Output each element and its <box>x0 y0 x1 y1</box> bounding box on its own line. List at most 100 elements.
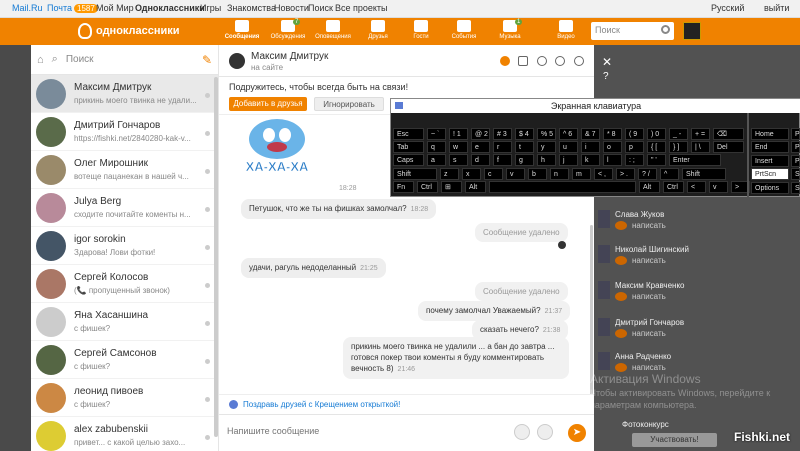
key[interactable]: w <box>449 141 468 153</box>
user-icon[interactable] <box>555 56 565 66</box>
key[interactable]: u <box>559 141 578 153</box>
key[interactable]: < <box>687 181 706 193</box>
video-call-icon[interactable] <box>518 56 528 66</box>
dialog-item[interactable]: Яна Хасаншина с фишек? <box>31 303 218 341</box>
search-icon[interactable] <box>537 56 547 66</box>
key[interactable]: _ - <box>669 128 688 140</box>
key[interactable]: } ] <box>669 141 688 153</box>
key[interactable]: h <box>537 154 556 166</box>
key[interactable]: Ctrl <box>417 181 438 193</box>
key[interactable]: Esc <box>393 128 424 140</box>
key[interactable]: Del <box>713 141 744 153</box>
key[interactable] <box>489 181 636 193</box>
avatar[interactable] <box>229 53 245 69</box>
dialog-item[interactable]: Дмитрий Гончаров https://fishki.net/28402… <box>31 113 218 151</box>
key[interactable]: ^ 6 <box>559 128 578 140</box>
key[interactable]: Shift <box>393 168 437 180</box>
key[interactable]: ) 0 <box>647 128 666 140</box>
key[interactable]: g <box>515 154 534 166</box>
key[interactable]: d <box>471 154 490 166</box>
key[interactable]: k <box>581 154 600 166</box>
compose-icon[interactable]: ✎ <box>202 53 212 67</box>
dialog-item[interactable]: igor sorokin Здарова! Лови фотки! <box>31 227 218 265</box>
key[interactable]: < , <box>594 168 613 180</box>
key[interactable]: n <box>550 168 569 180</box>
nav-notifications[interactable]: Оповещения <box>313 20 353 40</box>
nav-music[interactable]: 1 Музыка <box>490 19 530 40</box>
scrollbar[interactable] <box>590 225 593 395</box>
key[interactable]: Alt <box>465 181 486 193</box>
key[interactable]: b <box>528 168 547 180</box>
participate-button[interactable]: Участвовать! <box>632 433 717 447</box>
key[interactable]: o <box>603 141 622 153</box>
key[interactable]: Enter <box>669 154 721 166</box>
dialog-item[interactable]: Сергей Колосов (📞 пропущенный звонок) <box>31 265 218 303</box>
key[interactable]: ! 1 <box>449 128 468 140</box>
ok-link[interactable]: Одноклассники <box>135 3 205 13</box>
key[interactable]: i <box>581 141 600 153</box>
language-select[interactable]: Русский <box>711 3 744 13</box>
key[interactable]: End <box>751 141 789 154</box>
key[interactable]: * 8 <box>603 128 622 140</box>
key[interactable]: j <box>559 154 578 166</box>
key[interactable]: y <box>537 141 556 153</box>
nav-friends[interactable]: Друзья <box>358 20 398 40</box>
send-button[interactable]: ➤ <box>568 424 586 442</box>
key[interactable]: Ctrl <box>663 181 684 193</box>
key[interactable]: v <box>709 181 728 193</box>
key[interactable]: m <box>572 168 591 180</box>
key[interactable]: a <box>427 154 446 166</box>
key[interactable]: t <box>515 141 534 153</box>
key[interactable]: Pa <box>791 154 800 167</box>
key[interactable]: Sc <box>791 168 800 181</box>
key[interactable]: r <box>493 141 512 153</box>
key[interactable]: Fn <box>393 181 414 193</box>
contact-name[interactable]: Максим Дмитрук <box>251 51 328 62</box>
key[interactable]: Pg <box>791 128 800 140</box>
dating-link[interactable]: Знакомства <box>227 3 276 13</box>
all-projects-link[interactable]: Все проекты <box>335 3 388 13</box>
dialog-item[interactable]: Максим Дмитрук прикинь моего твинка не уд… <box>31 75 218 113</box>
key[interactable]: l <box>603 154 622 166</box>
key[interactable]: ? / <box>638 168 657 180</box>
key[interactable]: | \ <box>691 141 710 153</box>
scrollbar[interactable] <box>214 77 218 437</box>
key[interactable]: e <box>471 141 490 153</box>
myworld-link[interactable]: Мой Мир <box>96 3 134 13</box>
dialog-item[interactable]: леонид пивоев с фишек? <box>31 379 218 417</box>
key[interactable]: Sc <box>791 181 800 194</box>
mailru-link[interactable]: Mail.Ru <box>12 3 43 13</box>
nav-guests[interactable]: Гости <box>401 20 441 40</box>
key[interactable]: x <box>462 168 481 180</box>
key[interactable]: q <box>427 141 446 153</box>
smiley-icon[interactable] <box>537 424 553 440</box>
dialog-search-input[interactable]: Поиск <box>66 54 194 65</box>
key[interactable]: Alt <box>639 181 660 193</box>
ignore-button[interactable]: Игнорировать <box>314 97 384 111</box>
key[interactable]: f <box>493 154 512 166</box>
dialog-item[interactable]: Julya Berg сходите почитайте коменты н... <box>31 189 218 227</box>
news-link[interactable]: Новости <box>274 3 309 13</box>
key[interactable]: % 5 <box>537 128 556 140</box>
key[interactable]: " ' <box>647 154 666 166</box>
nav-events[interactable]: События <box>444 20 484 40</box>
promo-link[interactable]: Поздравь друзей с Крещением открыткой! <box>219 394 594 414</box>
key[interactable]: c <box>484 168 503 180</box>
info-icon[interactable] <box>574 56 584 66</box>
nav-discussions[interactable]: 7 Обсуждения <box>268 19 308 40</box>
nav-messages[interactable]: Сообщения <box>222 20 262 40</box>
message-input[interactable] <box>227 426 507 436</box>
key[interactable]: Shift <box>682 168 726 180</box>
key[interactable]: v <box>506 168 525 180</box>
key[interactable]: Caps <box>393 154 424 166</box>
key[interactable]: s <box>449 154 468 166</box>
nav-video[interactable]: Видео <box>546 20 586 40</box>
key[interactable]: > . <box>616 168 635 180</box>
key[interactable]: ~ ` <box>427 128 446 140</box>
key[interactable]: ( 9 <box>625 128 644 140</box>
key[interactable]: PrtScn <box>751 168 789 181</box>
key[interactable]: ^ <box>660 168 679 180</box>
key[interactable]: { [ <box>647 141 666 153</box>
phone-icon[interactable] <box>500 56 510 66</box>
key[interactable]: p <box>625 141 644 153</box>
